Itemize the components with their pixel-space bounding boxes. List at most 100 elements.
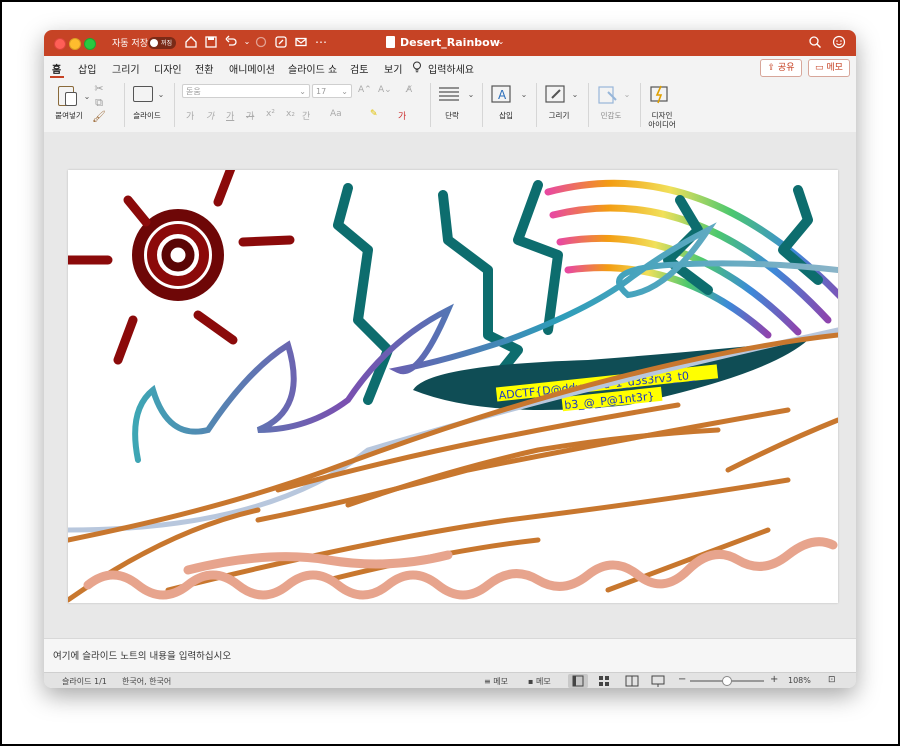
draw-chevron-down-icon[interactable]: ⌄ <box>568 88 582 102</box>
notes-button-label: 메모 <box>493 677 508 686</box>
document-icon <box>386 36 395 48</box>
ribbon-tabs: 홈 삽입 그리기 디자인 전환 애니메이션 슬라이드 쇼 검토 보기 입력하세요… <box>44 56 856 80</box>
book-icon <box>625 675 639 687</box>
slide-1[interactable]: ADCTF{D@ddy_said_1_d3s3rv3_t0_ b3_@_P@1n… <box>59 145 856 603</box>
fit-to-window-icon[interactable]: ⊡ <box>828 675 836 685</box>
tab-home[interactable]: 홈 <box>52 61 61 76</box>
title-bar: 자동 저장 꺼짐 ⌄ ⋯ Desert_Rainbow ⌄ <box>44 30 856 56</box>
account-icon[interactable] <box>832 35 846 49</box>
draw-label: 그리기 <box>548 111 570 120</box>
share-button[interactable]: ⇪ 공유 <box>760 59 802 77</box>
zoom-window-button[interactable] <box>84 38 96 50</box>
autosave-state: 꺼짐 <box>161 40 173 47</box>
new-slide-icon[interactable] <box>133 86 153 102</box>
notes-pane[interactable]: 여기에 슬라이드 노트의 내용을 입력하십시오 <box>44 638 856 673</box>
document-title[interactable]: Desert_Rainbow <box>400 36 500 49</box>
highlighter-icon: ✎ <box>370 109 378 119</box>
ribbon-separator <box>482 83 483 127</box>
slide-chevron-down-icon[interactable]: ⌄ <box>154 88 168 102</box>
copy-icon[interactable]: ⧉ <box>92 96 106 110</box>
tab-design[interactable]: 디자인 <box>154 61 182 76</box>
ribbon-separator <box>174 83 175 127</box>
slide-indicator: 슬라이드 1/1 <box>62 677 107 686</box>
insert-chevron-down-icon[interactable]: ⌄ <box>517 88 531 102</box>
undo-icon[interactable] <box>224 35 238 49</box>
ribbon-home: ⌄ 붙여넣기 ✂ ⧉ 🖌 ⌄ 슬라이드 돋움 ⌄ 17 ⌄ A⌃ A ⌄ A̸ 가… <box>44 80 856 133</box>
normal-view-button[interactable] <box>568 674 588 688</box>
undo-dropdown-chevron-icon[interactable]: ⌄ <box>240 35 254 49</box>
tab-view[interactable]: 보기 <box>384 61 402 76</box>
change-case-icon: Aa <box>330 109 342 119</box>
tell-me-search-input[interactable]: 입력하세요 <box>428 61 474 76</box>
ribbon-separator <box>430 83 431 127</box>
paragraph-button[interactable] <box>438 86 462 104</box>
autosave-toggle[interactable]: 꺼짐 <box>148 37 176 49</box>
edit-icon[interactable] <box>274 35 288 49</box>
comment-icon: ▪ <box>528 677 534 686</box>
paste-sheet-icon <box>65 92 77 106</box>
zoom-in-button[interactable]: + <box>770 674 778 685</box>
sensitivity-chevron-down-icon: ⌄ <box>623 90 631 99</box>
paste-label: 붙여넣기 <box>55 111 83 120</box>
comments-label: 메모 <box>826 63 843 73</box>
tab-transitions[interactable]: 전환 <box>195 61 213 76</box>
bold-icon: 가 <box>186 112 195 122</box>
tab-draw[interactable]: 그리기 <box>112 61 140 76</box>
notes-placeholder[interactable]: 여기에 슬라이드 노트의 내용을 입력하십시오 <box>53 648 231 662</box>
font-size-chevron-down-icon: ⌄ <box>341 87 348 96</box>
slide-editing-area[interactable]: ADCTF{D@ddy_said_1_d3s3rv3_t0_ b3_@_P@1n… <box>44 132 856 638</box>
superscript-icon: x² <box>266 109 275 119</box>
language-indicator[interactable]: 한국어, 한국어 <box>122 676 171 687</box>
slide-drawing[interactable]: ADCTF{D@ddy_said_1_d3s3rv3_t0_ b3_@_P@1n… <box>59 145 856 603</box>
notes-toggle-button[interactable]: ≡ 메모 <box>484 676 508 687</box>
minimize-window-button[interactable] <box>69 38 81 50</box>
normal-view-icon <box>572 675 584 687</box>
subscript-icon: x₂ <box>286 109 295 119</box>
font-size-value: 17 <box>316 87 327 96</box>
designer-icon <box>650 85 668 104</box>
reading-view-button[interactable] <box>622 674 642 688</box>
close-window-button[interactable] <box>54 38 66 50</box>
insert-button[interactable]: A <box>490 84 516 106</box>
notes-icon: ≡ <box>484 677 491 686</box>
italic-icon: 가 <box>206 112 215 122</box>
comments-toggle-button[interactable]: ▪ 메모 <box>528 676 551 687</box>
underline-icon: 가 <box>226 112 235 122</box>
title-chevron-down-icon[interactable]: ⌄ <box>494 35 508 49</box>
tab-slideshow[interactable]: 슬라이드 쇼 <box>288 61 337 76</box>
tab-animations[interactable]: 애니메이션 <box>229 61 275 76</box>
draw-button[interactable] <box>544 84 570 106</box>
zoom-slider-knob[interactable] <box>722 676 732 686</box>
home-icon[interactable] <box>184 35 198 49</box>
powerpoint-window: 자동 저장 꺼짐 ⌄ ⋯ Desert_Rainbow ⌄ 홈 삽입 그리기 디… <box>44 30 856 688</box>
paragraph-chevron-down-icon[interactable]: ⌄ <box>464 88 478 102</box>
slide-sorter-button[interactable] <box>594 674 614 688</box>
ribbon-separator <box>640 83 641 127</box>
save-icon[interactable] <box>204 35 218 49</box>
mail-icon[interactable] <box>294 35 308 49</box>
character-spacing-icon: 간 <box>302 112 311 122</box>
zoom-out-button[interactable]: − <box>678 674 686 685</box>
slideshow-button[interactable] <box>648 674 668 688</box>
more-icon[interactable]: ⋯ <box>314 35 328 49</box>
font-name-dropdown[interactable]: 돋움 ⌄ <box>182 84 310 98</box>
font-size-dropdown[interactable]: 17 ⌄ <box>312 84 352 98</box>
search-icon[interactable] <box>808 35 822 49</box>
sensitivity-button[interactable] <box>596 84 622 106</box>
grid-view-icon <box>599 676 609 686</box>
redo-icon <box>254 35 268 49</box>
format-painter-icon[interactable]: 🖌 <box>92 110 106 124</box>
clear-formatting-icon: A̸ <box>406 85 413 95</box>
increase-font-icon: A⌃ <box>358 85 372 95</box>
tab-insert[interactable]: 삽입 <box>78 61 96 76</box>
text-box-icon: A <box>491 85 511 103</box>
designer-button[interactable] <box>648 84 674 106</box>
active-tab-indicator <box>50 76 64 78</box>
cut-icon[interactable]: ✂ <box>92 82 106 96</box>
paragraph-label: 단락 <box>445 111 459 120</box>
zoom-level[interactable]: 108% <box>788 676 811 685</box>
slide-label: 슬라이드 <box>133 111 161 120</box>
tab-review[interactable]: 검토 <box>350 61 368 76</box>
designer-label-2: 아이디어 <box>648 120 676 129</box>
comments-button[interactable]: ▭ 메모 <box>808 59 850 77</box>
